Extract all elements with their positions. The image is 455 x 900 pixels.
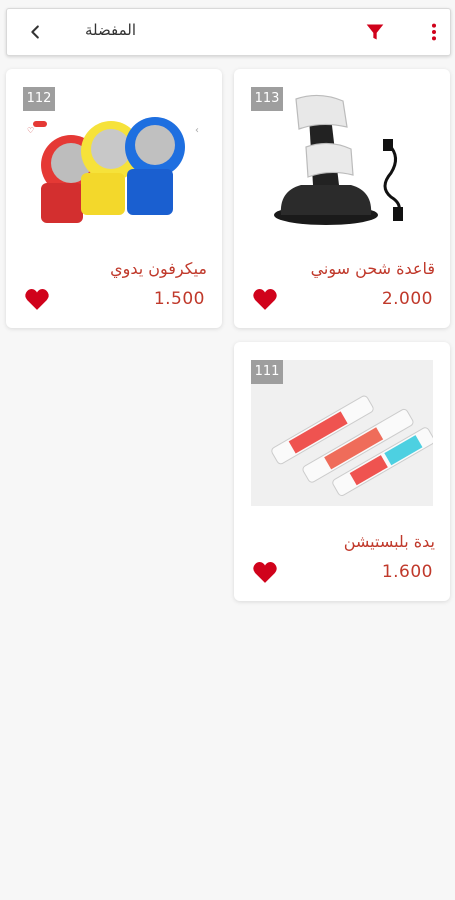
svg-text:‹: ‹	[195, 125, 199, 136]
product-id-badge: 113	[251, 87, 283, 111]
product-name: يدة بلبستيشن	[343, 532, 435, 551]
more-vertical-icon[interactable]	[427, 21, 441, 43]
product-name: قاعدة شحن سوني	[310, 259, 435, 278]
svg-text:♡: ♡	[27, 126, 34, 135]
product-card[interactable]: 113 قاعدة شحن سوني 2.000	[234, 69, 450, 328]
page-title: المفضلة	[85, 21, 137, 39]
app-header: المفضلة	[6, 8, 451, 56]
product-name: ميكرفون يدوي	[110, 259, 207, 278]
filter-icon[interactable]	[365, 21, 385, 43]
product-id-badge: 111	[251, 360, 283, 384]
heart-icon[interactable]	[252, 560, 278, 584]
product-id-badge: 112	[23, 87, 55, 111]
chevron-left-icon[interactable]	[25, 21, 47, 43]
heart-icon[interactable]	[24, 287, 50, 311]
product-price: 1.600	[381, 562, 433, 582]
product-price: 2.000	[381, 289, 433, 309]
product-card[interactable]: 112 ♡ ‹ ميكرفون يدوي 1.500	[6, 69, 222, 328]
product-price: 1.500	[153, 289, 205, 309]
heart-icon[interactable]	[252, 287, 278, 311]
product-card[interactable]: 111 يدة بلبستيشن 1.600	[234, 342, 450, 601]
